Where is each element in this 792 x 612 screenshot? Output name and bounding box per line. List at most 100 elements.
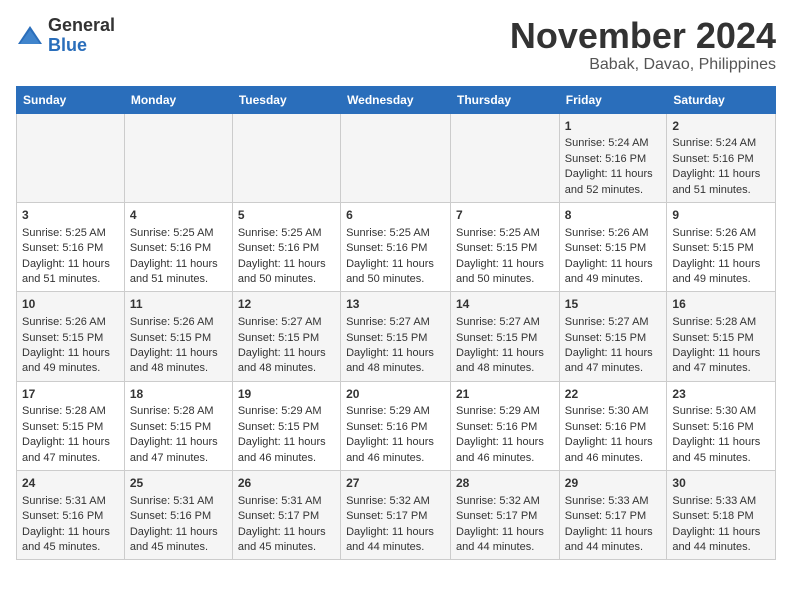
day-cell: 29Sunrise: 5:33 AMSunset: 5:17 PMDayligh… xyxy=(559,471,667,560)
daylight-text: Daylight: 11 hours and 44 minutes. xyxy=(346,526,434,553)
day-number: 16 xyxy=(672,296,770,313)
day-cell: 3Sunrise: 5:25 AMSunset: 5:16 PMDaylight… xyxy=(17,202,125,291)
sunrise-text: Sunrise: 5:33 AM xyxy=(565,495,649,507)
daylight-text: Daylight: 11 hours and 44 minutes. xyxy=(565,526,653,553)
sunset-text: Sunset: 5:15 PM xyxy=(672,242,753,254)
day-number: 23 xyxy=(672,386,770,403)
sunrise-text: Sunrise: 5:31 AM xyxy=(22,495,106,507)
sunrise-text: Sunrise: 5:31 AM xyxy=(130,495,214,507)
calendar-table: SundayMondayTuesdayWednesdayThursdayFrid… xyxy=(16,86,776,561)
sunrise-text: Sunrise: 5:27 AM xyxy=(238,316,322,328)
day-number: 22 xyxy=(565,386,662,403)
day-cell: 7Sunrise: 5:25 AMSunset: 5:15 PMDaylight… xyxy=(451,202,560,291)
day-number: 5 xyxy=(238,207,335,224)
day-number: 15 xyxy=(565,296,662,313)
sunset-text: Sunset: 5:16 PM xyxy=(456,421,537,433)
logo-general: General xyxy=(48,16,115,36)
daylight-text: Daylight: 11 hours and 47 minutes. xyxy=(672,347,760,374)
day-cell: 23Sunrise: 5:30 AMSunset: 5:16 PMDayligh… xyxy=(667,381,776,470)
sunrise-text: Sunrise: 5:30 AM xyxy=(672,405,756,417)
day-cell xyxy=(451,113,560,202)
day-number: 8 xyxy=(565,207,662,224)
day-cell xyxy=(341,113,451,202)
header-saturday: Saturday xyxy=(667,86,776,113)
day-cell: 25Sunrise: 5:31 AMSunset: 5:16 PMDayligh… xyxy=(124,471,232,560)
calendar-title: November 2024 xyxy=(510,16,776,56)
daylight-text: Daylight: 11 hours and 50 minutes. xyxy=(346,258,434,285)
daylight-text: Daylight: 11 hours and 48 minutes. xyxy=(456,347,544,374)
day-cell: 13Sunrise: 5:27 AMSunset: 5:15 PMDayligh… xyxy=(341,292,451,381)
day-number: 18 xyxy=(130,386,227,403)
sunset-text: Sunset: 5:15 PM xyxy=(238,421,319,433)
sunrise-text: Sunrise: 5:25 AM xyxy=(130,227,214,239)
daylight-text: Daylight: 11 hours and 48 minutes. xyxy=(238,347,326,374)
day-number: 1 xyxy=(565,118,662,135)
sunrise-text: Sunrise: 5:25 AM xyxy=(456,227,540,239)
day-cell: 21Sunrise: 5:29 AMSunset: 5:16 PMDayligh… xyxy=(451,381,560,470)
daylight-text: Daylight: 11 hours and 51 minutes. xyxy=(672,168,760,195)
daylight-text: Daylight: 11 hours and 45 minutes. xyxy=(672,436,760,463)
sunrise-text: Sunrise: 5:30 AM xyxy=(565,405,649,417)
daylight-text: Daylight: 11 hours and 46 minutes. xyxy=(346,436,434,463)
day-number: 27 xyxy=(346,475,445,492)
week-row-1: 1 Sunrise: 5:24 AM Sunset: 5:16 PM Daylight… xyxy=(17,113,776,202)
daylight-text: Daylight: 11 hours and 50 minutes. xyxy=(456,258,544,285)
sunset-text: Sunset: 5:16 PM xyxy=(130,510,211,522)
day-number: 28 xyxy=(456,475,554,492)
daylight-text: Daylight: 11 hours and 51 minutes. xyxy=(130,258,218,285)
sunrise-text: Sunrise: 5:28 AM xyxy=(22,405,106,417)
sunset-text: Sunset: 5:16 PM xyxy=(22,242,103,254)
daylight-text: Daylight: 11 hours and 45 minutes. xyxy=(130,526,218,553)
day-number: 13 xyxy=(346,296,445,313)
sunrise-text: Sunrise: 5:29 AM xyxy=(456,405,540,417)
day-cell: 15Sunrise: 5:27 AMSunset: 5:15 PMDayligh… xyxy=(559,292,667,381)
day-number: 4 xyxy=(130,207,227,224)
daylight-text: Daylight: 11 hours and 44 minutes. xyxy=(456,526,544,553)
daylight-text: Daylight: 11 hours and 47 minutes. xyxy=(22,436,110,463)
daylight-text: Daylight: 11 hours and 51 minutes. xyxy=(22,258,110,285)
sunrise-text: Sunrise: 5:31 AM xyxy=(238,495,322,507)
day-cell: 8Sunrise: 5:26 AMSunset: 5:15 PMDaylight… xyxy=(559,202,667,291)
sunset-text: Sunset: 5:15 PM xyxy=(238,332,319,344)
day-cell: 28Sunrise: 5:32 AMSunset: 5:17 PMDayligh… xyxy=(451,471,560,560)
daylight-text: Daylight: 11 hours and 49 minutes. xyxy=(672,258,760,285)
sunrise-text: Sunrise: 5:28 AM xyxy=(672,316,756,328)
sunset-text: Sunset: 5:16 PM xyxy=(565,421,646,433)
sunset-text: Sunset: 5:15 PM xyxy=(22,421,103,433)
daylight-text: Daylight: 11 hours and 45 minutes. xyxy=(22,526,110,553)
daylight-text: Daylight: 11 hours and 46 minutes. xyxy=(456,436,544,463)
day-number: 10 xyxy=(22,296,119,313)
daylight-text: Daylight: 11 hours and 50 minutes. xyxy=(238,258,326,285)
day-number: 2 xyxy=(672,118,770,135)
header-row: SundayMondayTuesdayWednesdayThursdayFrid… xyxy=(17,86,776,113)
sunset-text: Sunset: 5:16 PM xyxy=(130,242,211,254)
sunset-text: Sunset: 5:17 PM xyxy=(565,510,646,522)
day-cell: 6Sunrise: 5:25 AMSunset: 5:16 PMDaylight… xyxy=(341,202,451,291)
calendar-body: 1 Sunrise: 5:24 AM Sunset: 5:16 PM Daylight… xyxy=(17,113,776,560)
day-cell: 14Sunrise: 5:27 AMSunset: 5:15 PMDayligh… xyxy=(451,292,560,381)
day-number: 20 xyxy=(346,386,445,403)
day-cell: 16Sunrise: 5:28 AMSunset: 5:15 PMDayligh… xyxy=(667,292,776,381)
calendar-location: Babak, Davao, Philippines xyxy=(510,56,776,74)
sunrise-text: Sunrise: 5:26 AM xyxy=(672,227,756,239)
day-cell: 5Sunrise: 5:25 AMSunset: 5:16 PMDaylight… xyxy=(232,202,340,291)
sunset-text: Sunset: 5:16 PM xyxy=(346,421,427,433)
day-number: 19 xyxy=(238,386,335,403)
daylight-text: Daylight: 11 hours and 48 minutes. xyxy=(346,347,434,374)
daylight-text: Daylight: 11 hours and 46 minutes. xyxy=(565,436,653,463)
day-cell: 9Sunrise: 5:26 AMSunset: 5:15 PMDaylight… xyxy=(667,202,776,291)
day-cell: 22 Sunrise: 5:30 AM Sunset: 5:16 PM Dayligh… xyxy=(559,381,667,470)
day-number: 11 xyxy=(130,296,227,313)
sunrise-text: Sunrise: 5:25 AM xyxy=(22,227,106,239)
sunset-text: Sunset: 5:16 PM xyxy=(672,153,753,165)
sunset-text: Sunset: 5:15 PM xyxy=(22,332,103,344)
sunset-text: Sunset: 5:15 PM xyxy=(565,242,646,254)
sunrise-text: Sunrise: 5:24 AM xyxy=(565,137,649,149)
sunrise-text: Sunrise: 5:32 AM xyxy=(346,495,430,507)
page-header: General Blue November 2024 Babak, Davao,… xyxy=(16,16,776,74)
daylight-text: Daylight: 11 hours and 52 minutes. xyxy=(565,168,653,195)
day-cell: 19Sunrise: 5:29 AMSunset: 5:15 PMDayligh… xyxy=(232,381,340,470)
day-number: 7 xyxy=(456,207,554,224)
calendar-header: SundayMondayTuesdayWednesdayThursdayFrid… xyxy=(17,86,776,113)
day-cell: 10Sunrise: 5:26 AMSunset: 5:15 PMDayligh… xyxy=(17,292,125,381)
